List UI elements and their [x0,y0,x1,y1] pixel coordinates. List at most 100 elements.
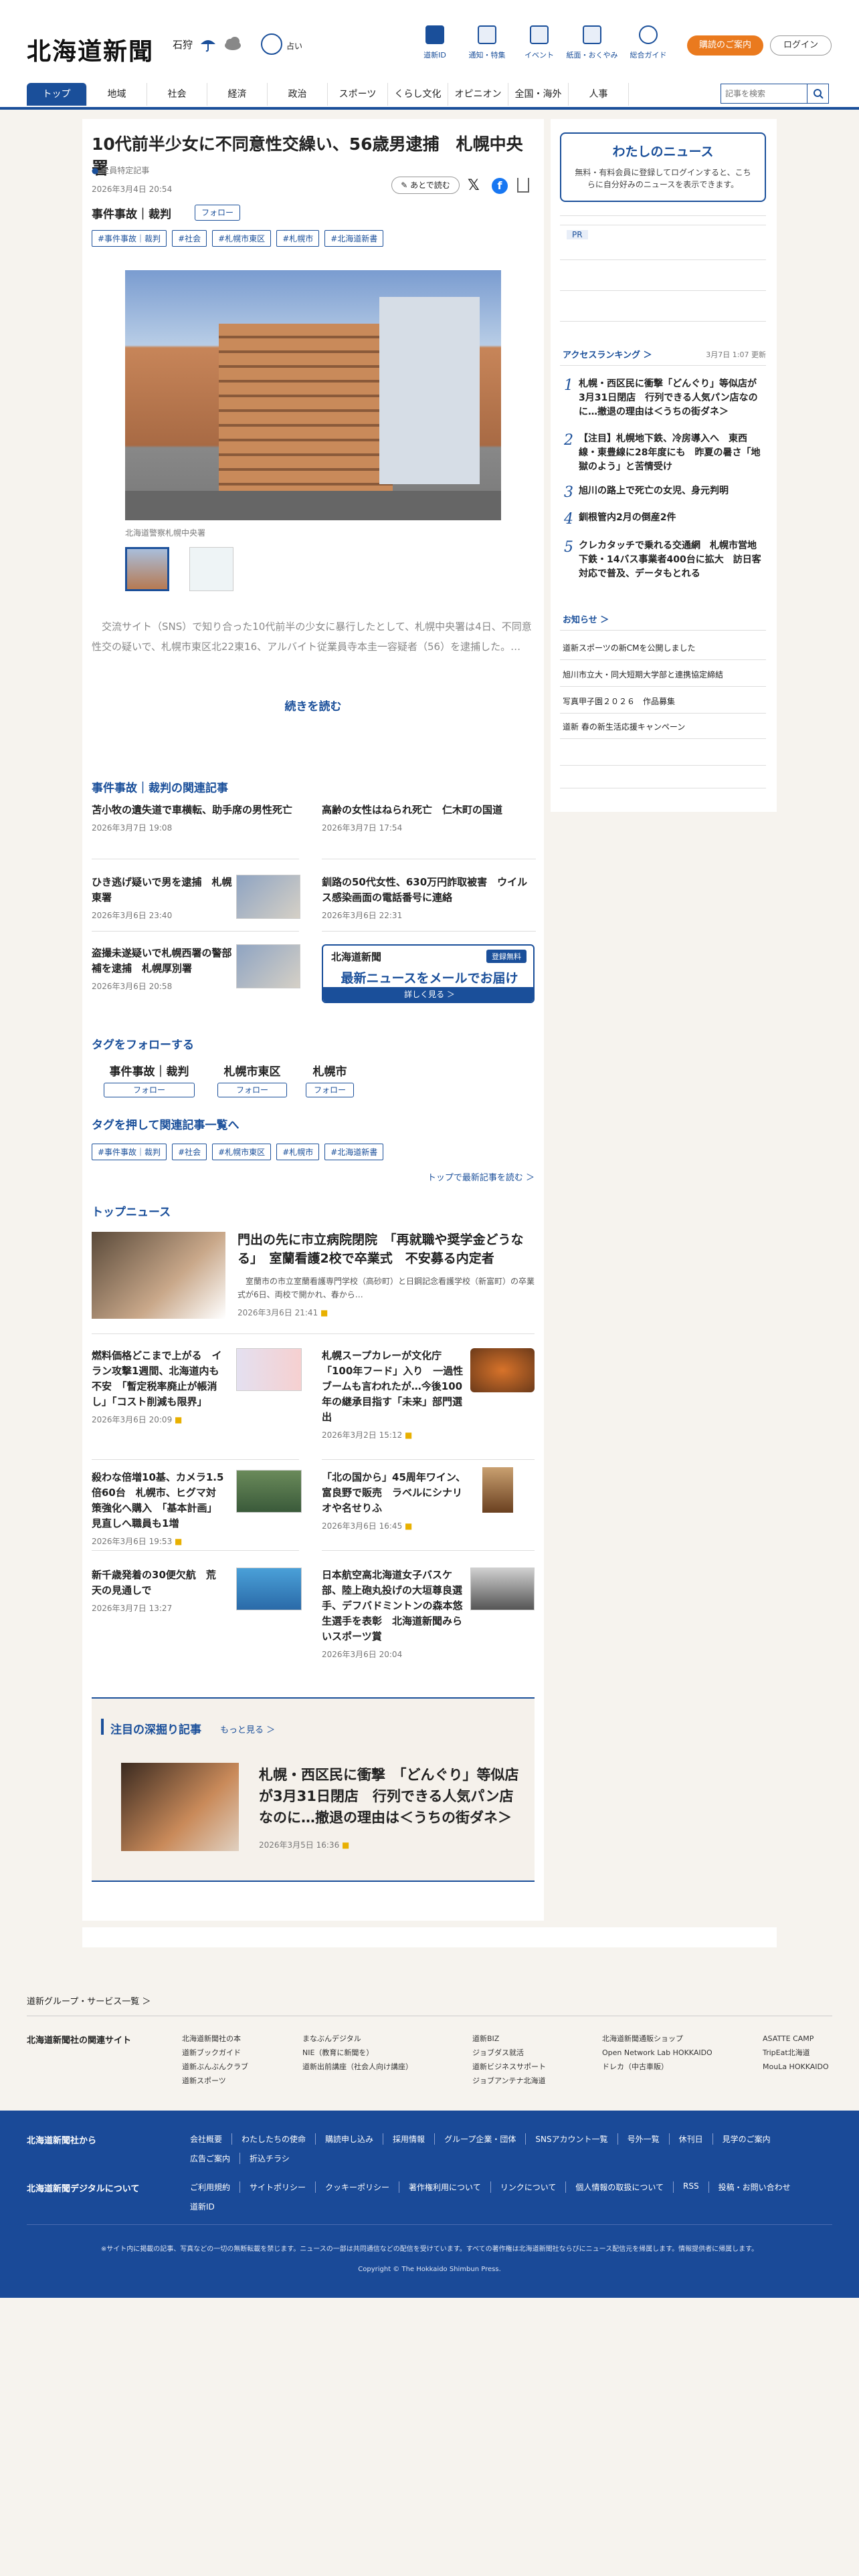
ranking-item[interactable]: 2 【注目】札幌地下鉄、冷房導入へ 東西線・東豊線に28年度にも 昨夏の暑さ「地獄… [564,432,762,474]
footer-link[interactable]: 著作権利用について [399,2181,491,2193]
tag-link[interactable]: #事件事故｜裁判 [92,1144,167,1160]
related-item[interactable]: 釧路の50代女性、630万円詐取被害 ウイルス感染画面の電話番号に連絡 2026年… [322,875,536,921]
follow-tag-button[interactable]: フォロー [306,1083,354,1097]
share-icon[interactable] [517,178,529,193]
tab-world[interactable]: 全国・海外 [508,83,569,106]
deep-dive-headline[interactable]: 札幌・西区民に衝撃 「どんぐり」等似店が3月31日閉店 行列できる人気パン店なの… [259,1764,527,1828]
photo-thumb-1[interactable] [125,547,169,591]
login-button[interactable]: ログイン [770,35,832,56]
top-latest-link[interactable]: トップで最新記事を読む ＞ [427,1170,535,1183]
footer-link[interactable]: 折込チラシ [240,2153,299,2164]
footer-link[interactable]: 道新ID [181,2201,224,2212]
footer-link[interactable]: 見学のご案内 [713,2133,780,2145]
footer-link[interactable]: RSS [674,2181,709,2193]
footer-link[interactable]: 号外一覧 [618,2133,670,2145]
news-thumb[interactable] [482,1467,513,1513]
news-item[interactable]: 日本航空高北海道女子バスケ部、陸上砲丸投げの大垣尊良選手、デフバドミントンの森本… [322,1568,468,1660]
tab-top[interactable]: トップ [27,83,87,106]
site-logo[interactable]: 北海道新聞 [27,32,154,67]
footer-link[interactable]: サイトポリシー [240,2181,316,2193]
nav-guide[interactable]: 総合ガイド [622,25,675,60]
related-item[interactable]: 盗撮未遂疑いで札幌西署の警部補を逮捕 札幌厚別署 2026年3月6日 20:58 [92,946,232,992]
site-link[interactable]: 道新BIZ [472,2032,546,2046]
footer-link[interactable]: 広告ご案内 [181,2153,241,2164]
tab-personnel[interactable]: 人事 [569,83,629,106]
top-news-lead[interactable]: 門出の先に市立病院閉院 「再就職や奨学金どうなる」 室蘭看護2校で卒業式 不安募… [237,1230,535,1318]
follow-tag-button[interactable]: フォロー [104,1083,195,1097]
weather-widget[interactable]: 石狩 [173,36,242,52]
tag-link[interactable]: #北海道新書 [324,230,384,247]
notice-item[interactable]: 道新 春の新生活応援キャンペーン [563,721,685,732]
footer-link[interactable]: 休刊日 [670,2133,713,2145]
region-label[interactable]: 石狩 [173,37,193,51]
site-link[interactable]: 道新ぶんぶんクラブ [182,2060,248,2074]
tab-politics[interactable]: 政治 [268,83,328,106]
site-link[interactable]: ジョブダス就活 [472,2046,546,2060]
site-link[interactable]: ジョブアンテナ北海道 [472,2074,546,2088]
news-item[interactable]: 燃料価格どこまで上がる イラン攻撃1週間、北海道内も不安 「暫定税率廃止が帳消し… [92,1348,225,1425]
nav-paper[interactable]: 紙面・おくやみ [565,25,619,60]
deep-dive-more[interactable]: もっと見る ＞ [220,1723,275,1735]
related-thumb[interactable] [236,944,300,988]
follow-tag-button[interactable]: フォロー [217,1083,287,1097]
site-link[interactable]: まなぶんデジタル [302,2032,413,2046]
news-thumb[interactable] [236,1348,302,1391]
deep-dive-photo[interactable] [121,1763,239,1851]
news-thumb[interactable] [236,1470,302,1513]
site-link[interactable]: 北海道新聞通販ショップ [602,2032,712,2046]
news-item[interactable]: 「北の国から」45周年ワイン、富良野で販売 ラベルにシナリオや名せりふ 2026年… [322,1470,468,1531]
site-link[interactable]: Open Network Lab HOKKAIDO [602,2046,712,2060]
article-category[interactable]: 事件事故｜裁判 [92,205,171,221]
footer-link[interactable]: わたしたちの使命 [232,2133,316,2145]
tab-region[interactable]: 地域 [87,83,147,106]
ranking-item[interactable]: 4 釧根管内2月の倒産2件 [564,511,762,528]
footer-link[interactable]: SNSアカウント一覧 [526,2133,618,2145]
read-more-link[interactable]: 続きを読む [82,697,544,714]
fortune-icon[interactable] [261,33,282,55]
footer-link[interactable]: ご利用規約 [181,2181,241,2193]
news-item[interactable]: 新千歳発着の30便欠航 荒天の見通しで 2026年3月7日 13:27 [92,1568,225,1614]
site-link[interactable]: TripEat北海道 [763,2046,829,2060]
search-input[interactable] [721,84,807,103]
group-services-link[interactable]: 道新グループ・サービス一覧 ＞ [27,1994,151,2007]
ranking-item[interactable]: 3 旭川の路上で死亡の女児、身元判明 [564,484,762,501]
news-thumb[interactable] [470,1348,535,1392]
notice-item[interactable]: 道新スポーツの新CMを公開しました [563,642,696,653]
news-thumb[interactable] [470,1568,535,1610]
footer-link[interactable]: 会社概要 [181,2133,233,2145]
article-photo[interactable] [125,270,501,520]
search-icon[interactable] [807,84,828,103]
footer-link[interactable]: 購読申し込み [316,2133,384,2145]
notice-title-link[interactable]: お知らせ ＞ [563,613,609,625]
site-link[interactable]: NIE（教育に新聞を） [302,2046,413,2060]
related-thumb[interactable] [236,875,300,919]
news-item[interactable]: 殺わな倍増10基、カメラ1.5倍60台 札幌市、ヒグマ対策強化へ購入 「基本計画… [92,1470,225,1547]
tag-link[interactable]: #社会 [172,1144,207,1160]
read-later-button[interactable]: ✎ あとで読む [391,177,460,194]
nav-event[interactable]: イベント [512,25,566,60]
email-banner[interactable]: 北海道新聞 登録無料 最新ニュースをメールでお届け 詳しく見る ＞ [322,944,535,1003]
subscribe-button[interactable]: 購読のご案内 [687,35,763,56]
tab-sports[interactable]: スポーツ [328,83,388,106]
site-link[interactable]: MouLa HOKKAIDO [763,2060,829,2074]
tab-culture[interactable]: くらし文化 [388,83,448,106]
related-item[interactable]: 苫小牧の遺失道で車横転、助手席の男性死亡 2026年3月7日 19:08 [92,802,299,833]
footer-link[interactable]: 投稿・お問い合わせ [709,2181,800,2193]
tag-link[interactable]: #札幌市東区 [212,1144,272,1160]
tab-economy[interactable]: 経済 [207,83,268,106]
notice-item[interactable]: 旭川市立大・同大短期大学部と連携協定締結 [563,669,723,680]
tab-opinion[interactable]: オピニオン [448,83,508,106]
news-item[interactable]: 札幌スープカレーが文化庁「100年フード」入り 一過性ブームも言われたが…今後1… [322,1348,468,1440]
footer-link[interactable]: リンクについて [491,2181,567,2193]
related-item[interactable]: ひき逃げ疑いで男を逮捕 札幌東署 2026年3月6日 23:40 [92,875,232,921]
footer-link[interactable]: 採用情報 [383,2133,436,2145]
footer-link[interactable]: 個人情報の取扱について [566,2181,674,2193]
follow-category-button[interactable]: フォロー [195,205,240,221]
top-news-lead-photo[interactable] [92,1232,225,1319]
site-link[interactable]: 道新出前講座（社会人向け講座） [302,2060,413,2074]
fortune-label[interactable]: 占い [286,40,302,51]
tag-link[interactable]: #北海道新書 [324,1144,384,1160]
site-link[interactable]: 道新ビジネスサポート [472,2060,546,2074]
tag-link[interactable]: #事件事故｜裁判 [92,230,167,247]
tag-link[interactable]: #札幌市 [276,1144,320,1160]
